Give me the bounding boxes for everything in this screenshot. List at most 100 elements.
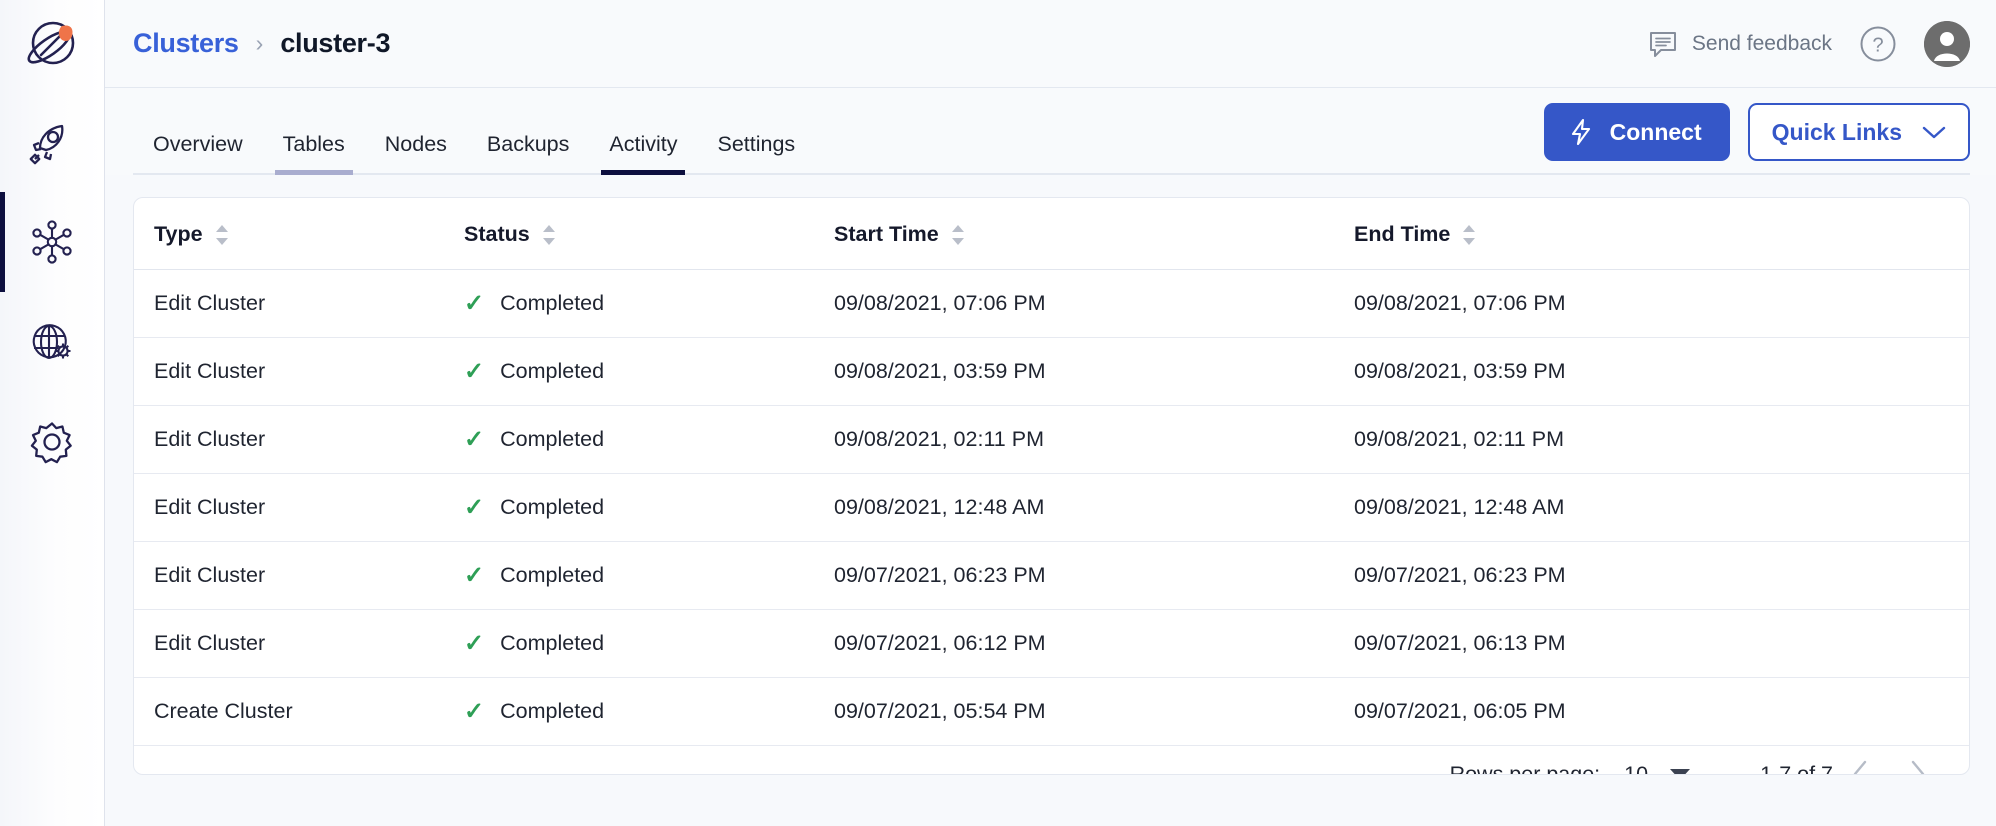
cell-status: ✓ Completed — [464, 609, 834, 678]
cell-status: ✓ Completed — [464, 405, 834, 474]
cell-status: ✓ Completed — [464, 677, 834, 746]
table-row[interactable]: Edit Cluster ✓ Completed 09/08/2021, 02:1… — [134, 405, 1969, 474]
breadcrumb: Clusters › cluster-3 — [133, 28, 390, 59]
tab-tables[interactable]: Tables — [263, 88, 365, 175]
cell-type: Edit Cluster — [134, 337, 464, 406]
sort-icon — [215, 224, 228, 245]
cell-type: Edit Cluster — [134, 269, 464, 338]
content-area: Type Status Start Time End Time Edit Clu… — [105, 175, 1996, 826]
cell-end-time: 09/08/2021, 02:11 PM — [1354, 405, 1969, 474]
cell-end-time: 09/07/2021, 06:05 PM — [1354, 677, 1969, 746]
avatar[interactable] — [1924, 20, 1970, 67]
sidebar — [0, 0, 105, 826]
send-feedback-button[interactable]: Send feedback — [1647, 28, 1832, 60]
table-header-row: Type Status Start Time End Time — [134, 198, 1969, 270]
tab-tables-label: Tables — [282, 132, 345, 156]
tab-list: Overview Tables Nodes Backups Activity S… — [133, 88, 815, 175]
tab-indicator — [601, 170, 686, 175]
previous-page-button[interactable] — [1833, 746, 1889, 774]
tab-backups[interactable]: Backups — [467, 88, 589, 175]
chevron-right-icon — [1911, 760, 1925, 774]
column-header-end-time-label: End Time — [1354, 222, 1451, 246]
column-header-type-label: Type — [154, 222, 203, 246]
column-header-status-label: Status — [464, 222, 530, 246]
cell-type: Edit Cluster — [134, 405, 464, 474]
app-logo[interactable] — [0, 0, 104, 92]
column-header-start-time[interactable]: Start Time — [834, 198, 1354, 270]
next-page-button[interactable] — [1889, 746, 1945, 774]
pagination-range: 1-7 of 7 — [1760, 761, 1833, 775]
activity-table-body: Edit Cluster ✓ Completed 09/08/2021, 07:0… — [134, 269, 1969, 746]
globe-gear-icon — [32, 324, 71, 360]
page-header: Clusters › cluster-3 Send feedback ? — [105, 0, 1996, 88]
planet-rocket-logo-icon — [27, 21, 75, 65]
chevron-left-icon — [1853, 760, 1867, 774]
primary-actions: Connect Quick Links — [1543, 103, 1970, 175]
table-row[interactable]: Edit Cluster ✓ Completed 09/08/2021, 03:5… — [134, 337, 1969, 406]
table-row[interactable]: Edit Cluster ✓ Completed 09/07/2021, 06:1… — [134, 609, 1969, 678]
activity-table: Type Status Start Time End Time Edit Clu… — [134, 198, 1969, 746]
app-root: Clusters › cluster-3 Send feedback ? Ove… — [0, 0, 1996, 826]
rows-per-page-label: Rows per page: — [1449, 761, 1601, 775]
tab-nodes-label: Nodes — [384, 132, 447, 156]
column-header-status[interactable]: Status — [464, 198, 834, 270]
quick-links-button[interactable]: Quick Links — [1747, 103, 1970, 161]
tab-indicator — [709, 170, 803, 175]
green-check-icon: ✓ — [464, 561, 485, 589]
gear-icon — [30, 422, 72, 464]
column-header-end-time[interactable]: End Time — [1354, 198, 1969, 270]
table-row[interactable]: Edit Cluster ✓ Completed 09/07/2021, 06:2… — [134, 541, 1969, 610]
connect-label: Connect — [1609, 118, 1702, 145]
cell-end-time: 09/07/2021, 06:23 PM — [1354, 541, 1969, 610]
breadcrumb-link-clusters[interactable]: Clusters — [133, 28, 239, 59]
green-check-icon: ✓ — [464, 425, 485, 453]
table-row[interactable]: Edit Cluster ✓ Completed 09/08/2021, 07:0… — [134, 269, 1969, 338]
tab-indicator — [479, 170, 577, 175]
sort-icon — [951, 224, 964, 245]
tab-indicator — [377, 170, 455, 175]
cell-status: ✓ Completed — [464, 337, 834, 406]
green-check-icon: ✓ — [464, 357, 485, 385]
cell-start-time: 09/08/2021, 03:59 PM — [834, 337, 1354, 406]
green-check-icon: ✓ — [464, 289, 485, 317]
cell-status-label: Completed — [500, 495, 605, 519]
tab-nodes[interactable]: Nodes — [365, 88, 467, 175]
feedback-message-icon — [1649, 31, 1676, 57]
tab-overview[interactable]: Overview — [133, 88, 263, 175]
tab-activity[interactable]: Activity — [589, 88, 697, 175]
chevron-right-icon: › — [255, 30, 264, 56]
column-header-type[interactable]: Type — [134, 198, 464, 270]
rows-per-page-value: 10 — [1624, 761, 1649, 775]
cell-status-label: Completed — [500, 427, 605, 451]
svg-text:?: ? — [1872, 34, 1883, 56]
cell-status-label: Completed — [500, 631, 605, 655]
activity-table-card: Type Status Start Time End Time Edit Clu… — [133, 197, 1970, 775]
quick-links-label: Quick Links — [1771, 118, 1902, 145]
user-avatar-icon — [1924, 20, 1970, 67]
sidebar-item-getting-started[interactable] — [0, 92, 105, 192]
sidebar-item-clusters[interactable] — [0, 192, 105, 292]
sort-icon — [542, 224, 555, 245]
table-row[interactable]: Edit Cluster ✓ Completed 09/08/2021, 12:4… — [134, 473, 1969, 542]
sidebar-item-network-access[interactable] — [0, 292, 105, 392]
tab-backups-label: Backups — [486, 132, 570, 156]
rocket-icon — [29, 124, 64, 165]
cell-start-time: 09/08/2021, 12:48 AM — [834, 473, 1354, 542]
connect-button[interactable]: Connect — [1543, 103, 1730, 161]
cell-type: Edit Cluster — [134, 541, 464, 610]
cell-end-time: 09/07/2021, 06:13 PM — [1354, 609, 1969, 678]
table-row[interactable]: Create Cluster ✓ Completed 09/07/2021, 05… — [134, 677, 1969, 746]
tab-settings[interactable]: Settings — [697, 88, 815, 175]
cell-type: Edit Cluster — [134, 609, 464, 678]
lightning-bolt-icon — [1571, 118, 1590, 146]
cell-type: Create Cluster — [134, 677, 464, 746]
green-check-icon: ✓ — [464, 697, 485, 725]
cell-type: Edit Cluster — [134, 473, 464, 542]
tab-bar: Overview Tables Nodes Backups Activity S… — [105, 88, 1996, 175]
tab-activity-label: Activity — [609, 132, 678, 156]
help-button[interactable]: ? — [1858, 24, 1898, 64]
cell-start-time: 09/07/2021, 05:54 PM — [834, 677, 1354, 746]
rows-per-page-select[interactable]: 10 — [1624, 761, 1691, 775]
sidebar-item-settings[interactable] — [0, 392, 105, 492]
cell-end-time: 09/08/2021, 03:59 PM — [1354, 337, 1969, 406]
